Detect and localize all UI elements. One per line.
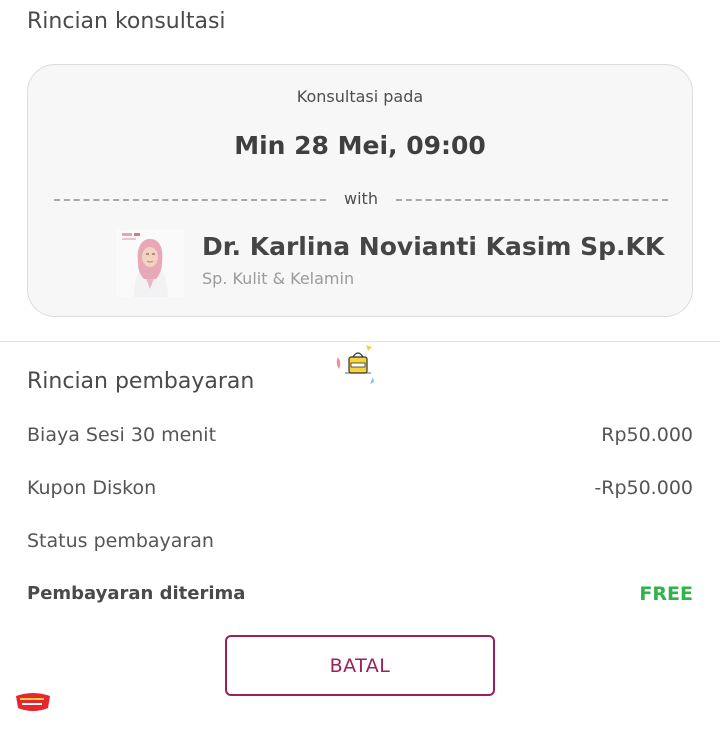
consultation-card: Konsultasi pada Min 28 Mei, 09:00 with D… <box>27 64 693 317</box>
shopping-bag-sticker-icon <box>333 343 383 387</box>
with-separator: with <box>54 189 668 211</box>
consultation-label: Konsultasi pada <box>296 87 424 106</box>
consultation-section-title: Rincian konsultasi <box>27 9 226 34</box>
payment-row-received: Pembayaran diterima FREE <box>27 583 693 611</box>
coupon-label: Kupon Diskon <box>27 477 157 499</box>
payment-received-value: FREE <box>639 583 693 605</box>
session-fee-value: Rp50.000 <box>601 424 693 446</box>
dashed-line-right <box>396 199 668 201</box>
doctor-specialty: Sp. Kulit & Kelamin <box>202 269 355 288</box>
payment-section-title: Rincian pembayaran <box>27 369 255 394</box>
doctor-avatar <box>116 229 184 297</box>
payment-row-coupon: Kupon Diskon -Rp50.000 <box>27 477 693 505</box>
payment-received-label: Pembayaran diterima <box>27 583 246 604</box>
payment-row-session-fee: Biaya Sesi 30 menit Rp50.000 <box>27 424 693 452</box>
cancel-button[interactable]: BATAL <box>225 635 495 696</box>
session-fee-label: Biaya Sesi 30 menit <box>27 424 217 446</box>
section-divider <box>0 341 720 342</box>
doctor-photo-icon <box>116 229 184 297</box>
consultation-datetime: Min 28 Mei, 09:00 <box>234 131 486 160</box>
doctor-name: Dr. Karlina Novianti Kasim Sp.KK <box>202 232 665 261</box>
payment-status-label: Status pembayaran <box>27 530 214 552</box>
consultation-detail-page: Rincian konsultasi Konsultasi pada Min 2… <box>0 0 720 735</box>
coupon-value: -Rp50.000 <box>594 477 693 499</box>
payment-row-status: Status pembayaran <box>27 530 693 558</box>
sale-badge-icon[interactable] <box>14 690 52 714</box>
